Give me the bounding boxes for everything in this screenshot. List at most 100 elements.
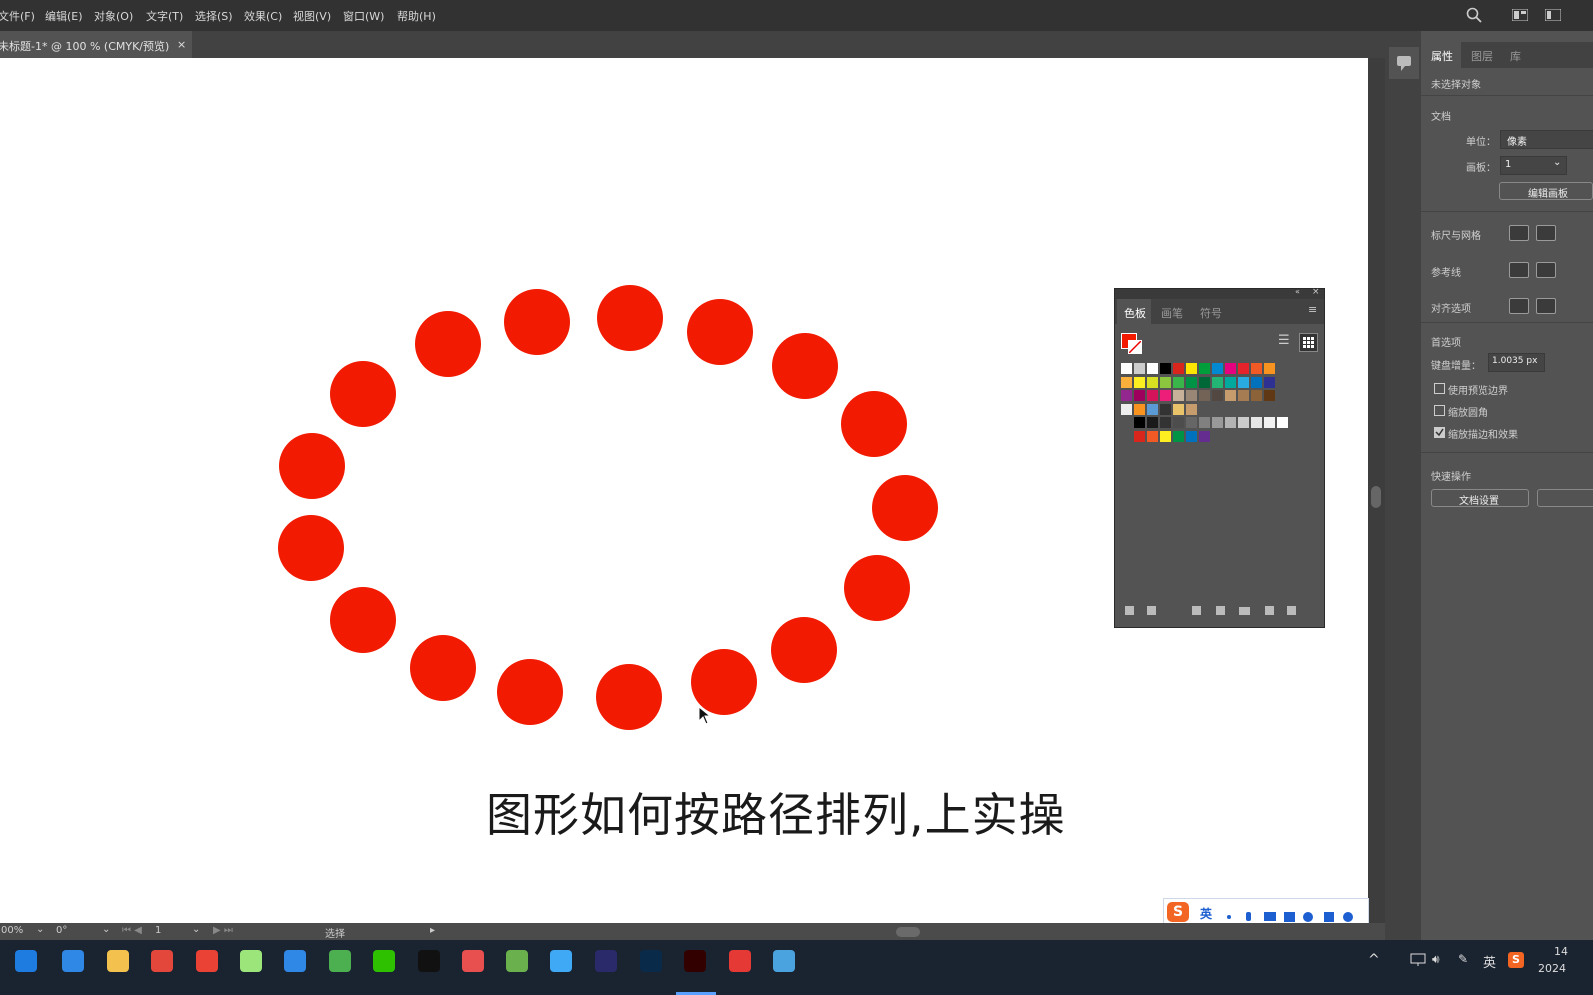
app-gear-icon[interactable] bbox=[240, 950, 262, 972]
menu-edit[interactable]: 编辑(E) bbox=[45, 8, 83, 24]
panel-layout-icon[interactable] bbox=[1545, 9, 1561, 21]
menu-window[interactable]: 窗口(W) bbox=[343, 8, 384, 24]
swatch[interactable] bbox=[1160, 376, 1171, 388]
chrome-icon[interactable] bbox=[196, 950, 218, 972]
stroke-swatch[interactable] bbox=[1128, 340, 1142, 354]
swatch[interactable] bbox=[1121, 390, 1132, 401]
menu-type[interactable]: 文字(T) bbox=[146, 8, 183, 24]
swatch[interactable] bbox=[1160, 430, 1171, 442]
swatch[interactable] bbox=[1264, 390, 1275, 401]
menu-help[interactable]: 帮助(H) bbox=[397, 8, 436, 24]
keyboard-increment-input[interactable]: 1.0035 px bbox=[1488, 353, 1545, 372]
ie-icon[interactable] bbox=[15, 950, 37, 972]
swatch[interactable] bbox=[1147, 390, 1158, 401]
red-dot[interactable] bbox=[597, 285, 663, 351]
swatch[interactable] bbox=[1147, 403, 1158, 415]
swatch[interactable] bbox=[1160, 403, 1171, 415]
baidu-netdisk-icon[interactable] bbox=[284, 950, 306, 972]
swatch[interactable] bbox=[1225, 417, 1236, 428]
red-dot[interactable] bbox=[771, 617, 837, 683]
search-icon[interactable] bbox=[1466, 7, 1482, 23]
swatch[interactable] bbox=[1147, 376, 1158, 388]
menu-object[interactable]: 对象(O) bbox=[94, 8, 133, 24]
workspace-switcher-icon[interactable] bbox=[1512, 9, 1528, 21]
swatch[interactable] bbox=[1121, 363, 1132, 374]
menu-view[interactable]: 视图(V) bbox=[293, 8, 331, 24]
ime-language[interactable]: 英 bbox=[1200, 905, 1212, 922]
menu-effect[interactable]: 效果(C) bbox=[244, 8, 282, 24]
swatch[interactable] bbox=[1186, 403, 1197, 415]
app-note-icon[interactable] bbox=[506, 950, 528, 972]
swatch[interactable] bbox=[1212, 376, 1223, 388]
tab-libraries[interactable]: 库 bbox=[1510, 48, 1521, 64]
align-to-pixel-icon[interactable] bbox=[1509, 298, 1529, 314]
swatch[interactable] bbox=[1160, 417, 1171, 428]
menu-select[interactable]: 选择(S) bbox=[195, 8, 233, 24]
swatch[interactable] bbox=[1225, 363, 1236, 374]
menu-file[interactable]: 文件(F) bbox=[0, 8, 35, 24]
input-language[interactable]: 英 bbox=[1483, 952, 1496, 971]
swatch[interactable] bbox=[1212, 417, 1223, 428]
swatch[interactable] bbox=[1160, 390, 1171, 401]
swatch[interactable] bbox=[1121, 403, 1132, 415]
tab-swatches[interactable]: 色板 bbox=[1124, 305, 1146, 321]
artboard-nav-prev-icon[interactable]: ⏮ ◀ bbox=[122, 925, 142, 936]
grid-view-icon[interactable] bbox=[1299, 333, 1318, 352]
checkbox-preview-bounds[interactable] bbox=[1434, 383, 1445, 394]
red-dot[interactable] bbox=[330, 587, 396, 653]
tab-layers[interactable]: 图层 bbox=[1471, 48, 1493, 64]
photoshop-icon[interactable] bbox=[640, 950, 662, 972]
swatch[interactable] bbox=[1199, 363, 1210, 374]
close-icon[interactable]: × bbox=[177, 38, 186, 51]
app-image-icon[interactable] bbox=[550, 950, 572, 972]
list-view-icon[interactable]: ☰ bbox=[1278, 333, 1295, 350]
swatch[interactable] bbox=[1238, 390, 1249, 401]
artboard-number[interactable]: 1 bbox=[155, 925, 161, 936]
smart-guides-icon[interactable] bbox=[1536, 262, 1556, 278]
app-u-icon[interactable] bbox=[62, 950, 84, 972]
swatch[interactable] bbox=[1134, 376, 1145, 388]
red-dot[interactable] bbox=[410, 635, 476, 701]
pen-icon[interactable]: ✎ bbox=[1458, 952, 1468, 966]
swatch[interactable] bbox=[1251, 417, 1262, 428]
swatch[interactable] bbox=[1160, 363, 1171, 374]
guides-toggle-icon[interactable] bbox=[1509, 262, 1529, 278]
swatch[interactable] bbox=[1238, 417, 1249, 428]
red-dot[interactable] bbox=[844, 555, 910, 621]
align-to-grid-icon[interactable] bbox=[1536, 298, 1556, 314]
swatch[interactable] bbox=[1134, 430, 1145, 442]
zoom-value[interactable]: 00% bbox=[1, 925, 23, 936]
swatch[interactable] bbox=[1173, 417, 1184, 428]
swatch[interactable] bbox=[1251, 363, 1262, 374]
panel-menu-icon[interactable]: ≡ bbox=[1308, 303, 1317, 316]
swatch[interactable] bbox=[1199, 430, 1210, 442]
red-dot[interactable] bbox=[279, 433, 345, 499]
swatch[interactable] bbox=[1134, 417, 1145, 428]
show-hidden-icons-icon[interactable]: ^ bbox=[1368, 952, 1380, 968]
file-explorer-icon[interactable] bbox=[107, 950, 129, 972]
rotation-value[interactable]: 0° bbox=[56, 925, 67, 936]
swatch[interactable] bbox=[1186, 363, 1197, 374]
checkbox-scale-strokes[interactable] bbox=[1434, 427, 1445, 438]
red-dot[interactable] bbox=[872, 475, 938, 541]
clock-time[interactable]: 14 bbox=[1554, 945, 1568, 958]
units-select[interactable]: 像素 bbox=[1500, 130, 1593, 149]
red-dot[interactable] bbox=[330, 361, 396, 427]
collapse-icon[interactable]: « bbox=[1295, 287, 1300, 296]
swatch[interactable] bbox=[1264, 417, 1275, 428]
illustrator-icon[interactable] bbox=[684, 950, 706, 972]
swatch[interactable] bbox=[1251, 390, 1262, 401]
preferences-button[interactable] bbox=[1537, 489, 1593, 507]
tab-properties[interactable]: 属性 bbox=[1431, 48, 1453, 64]
wechat-icon[interactable] bbox=[373, 950, 395, 972]
swatch[interactable] bbox=[1173, 430, 1184, 442]
swatch[interactable] bbox=[1147, 417, 1158, 428]
scroll-thumb[interactable] bbox=[1371, 486, 1381, 508]
rotation-dropdown-icon[interactable]: ⌄ bbox=[102, 924, 110, 935]
network-icon[interactable] bbox=[1410, 952, 1428, 968]
swatch[interactable] bbox=[1225, 376, 1236, 388]
premiere-icon[interactable] bbox=[595, 950, 617, 972]
ruler-toggle-icon[interactable] bbox=[1509, 225, 1529, 241]
ime-tools[interactable] bbox=[1224, 908, 1354, 922]
app-doc-icon[interactable] bbox=[773, 950, 795, 972]
